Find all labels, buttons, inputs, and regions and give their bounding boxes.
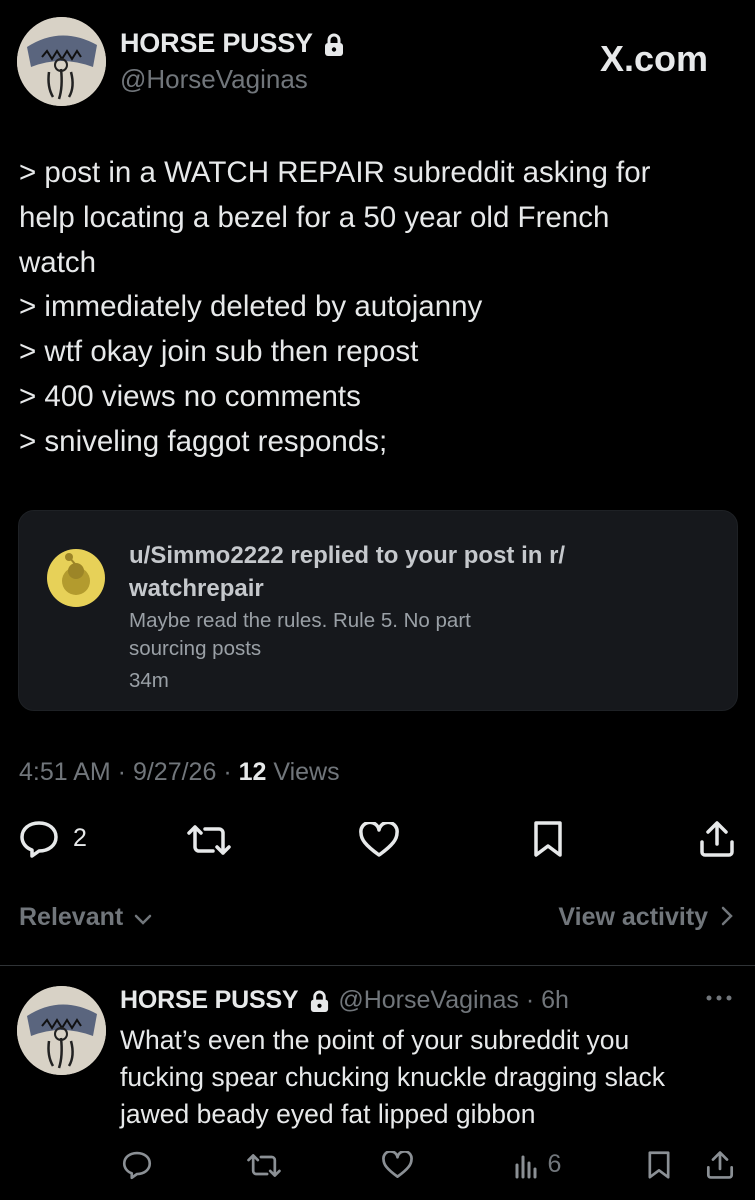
repost-button[interactable]	[247, 1152, 281, 1179]
views-count: 12	[238, 758, 267, 786]
post-timestamp[interactable]: 4:51 AM · 9/27/26 · 12 Views	[19, 758, 340, 787]
card-time: 34m	[129, 669, 169, 692]
post-text: > post in a WATCH REPAIR subreddit askin…	[19, 156, 651, 458]
reddit-avatar-icon	[47, 549, 105, 607]
views-button[interactable]: 6	[513, 1150, 561, 1179]
views-label: Views	[273, 758, 340, 786]
author-name[interactable]: HORSE PUSSY	[120, 28, 313, 58]
analytics-icon	[513, 1151, 539, 1179]
sort-relevant-button[interactable]: Relevant	[19, 903, 152, 933]
reply-button[interactable]	[122, 1150, 152, 1180]
repost-button[interactable]	[187, 823, 231, 857]
reply-count: 2	[73, 824, 87, 852]
reply-age: 6h	[541, 986, 569, 1014]
reply-text: What’s even the point of your subreddit …	[120, 1025, 666, 1129]
like-button[interactable]	[382, 1151, 413, 1179]
divider	[0, 965, 755, 966]
lock-icon	[309, 990, 330, 1018]
reply-author-name[interactable]: HORSE PUSSY	[120, 986, 299, 1014]
author-avatar[interactable]	[17, 17, 106, 106]
reply-views-count: 6	[547, 1150, 562, 1178]
like-button[interactable]	[359, 822, 399, 858]
bookmark-button[interactable]	[531, 820, 565, 858]
embedded-image-card[interactable]: u/Simmo2222 replied to your post in r/ w…	[18, 510, 738, 711]
view-activity-link[interactable]: View activity	[558, 903, 733, 933]
reply-author-avatar[interactable]	[17, 986, 106, 1075]
card-title: u/Simmo2222 replied to your post in r/ w…	[129, 542, 566, 602]
more-options-icon[interactable]	[704, 990, 734, 1008]
chevron-right-icon	[721, 904, 733, 933]
author-handle[interactable]: @HorseVaginas	[120, 64, 308, 95]
bookmark-button[interactable]	[646, 1150, 672, 1180]
reply-author-handle[interactable]: @HorseVaginas	[338, 986, 519, 1014]
x-com-watermark: X.com	[600, 38, 709, 79]
share-button[interactable]	[706, 1150, 734, 1180]
reply-button[interactable]	[19, 820, 59, 858]
lock-icon	[323, 33, 345, 62]
card-body: Maybe read the rules. Rule 5. No part so…	[129, 609, 471, 660]
share-button[interactable]	[699, 820, 735, 858]
chevron-down-icon	[134, 904, 152, 933]
